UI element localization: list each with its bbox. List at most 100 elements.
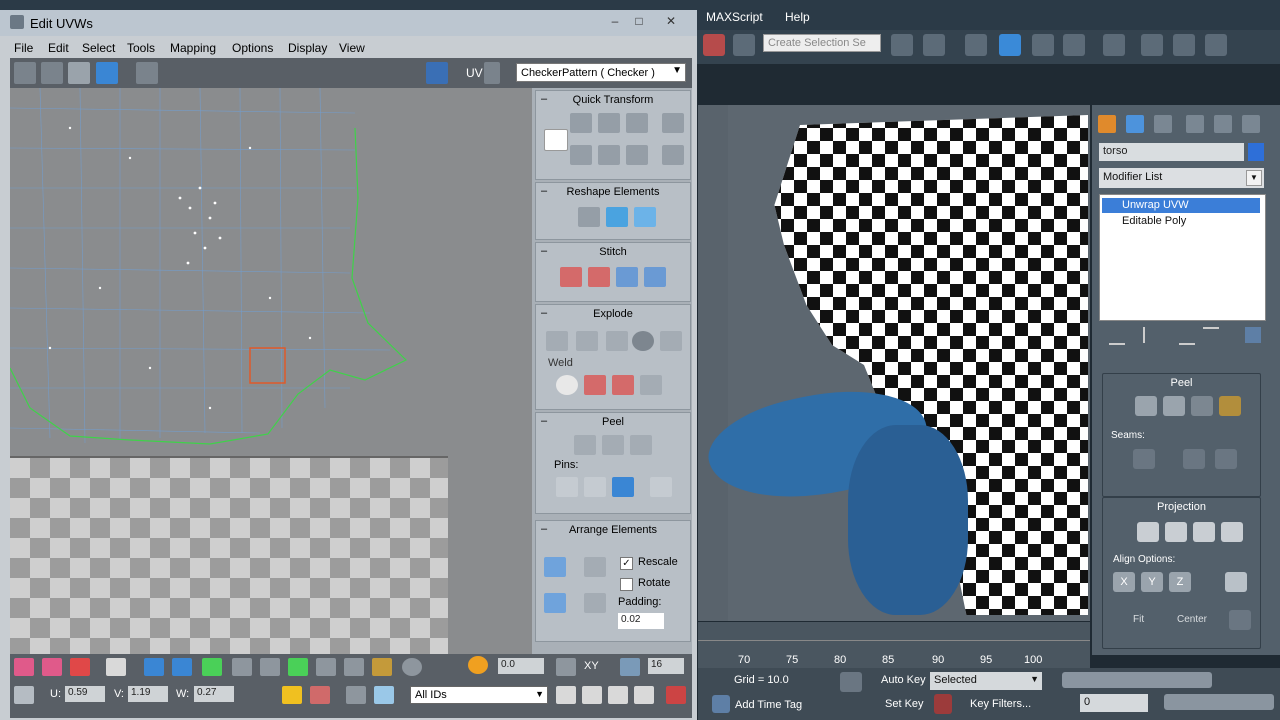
center-button[interactable]: Center <box>1177 614 1207 625</box>
stitch-to-target-icon[interactable] <box>560 267 582 287</box>
straighten-icon[interactable] <box>570 145 592 165</box>
motion-tab-icon[interactable] <box>1186 115 1204 133</box>
stack-item-editable-poly[interactable]: Editable Poly <box>1102 214 1260 229</box>
scale-icon[interactable] <box>68 62 90 84</box>
mirror-uv-icon[interactable] <box>136 62 158 84</box>
space-vertical-icon[interactable] <box>662 145 684 165</box>
render-frame-icon[interactable] <box>1173 34 1195 56</box>
peel-mode-uv-icon[interactable] <box>602 435 624 455</box>
shrink-icon[interactable] <box>344 658 364 676</box>
weld-selected-icon[interactable] <box>584 375 606 395</box>
minus-icon[interactable] <box>260 658 280 676</box>
object-name-field[interactable]: torso <box>1099 143 1244 161</box>
select-by-vertex-icon[interactable] <box>14 658 34 676</box>
menu-display[interactable]: Display <box>288 41 327 55</box>
u-value-input[interactable]: 0.59 <box>65 686 105 702</box>
menu-file[interactable]: File <box>14 41 33 55</box>
reshape-elements-title[interactable]: Reshape Elements <box>536 186 690 198</box>
minimize-icon[interactable]: – <box>604 12 626 30</box>
stitch-title[interactable]: Stitch <box>536 246 690 258</box>
projection-rollout-title[interactable]: Projection <box>1103 498 1260 517</box>
zoom-extents-icon[interactable] <box>634 686 654 704</box>
stitch-average-icon[interactable] <box>588 267 610 287</box>
material-ids-dropdown[interactable]: All IDs ▼ <box>410 686 548 704</box>
sphere-icon[interactable] <box>632 331 654 351</box>
auto-pin-icon[interactable] <box>612 477 634 497</box>
current-frame-field[interactable]: 0 <box>1080 694 1148 712</box>
menu-select[interactable]: Select <box>82 41 115 55</box>
menu-view[interactable]: View <box>339 41 365 55</box>
reset-icon[interactable] <box>1229 610 1251 630</box>
scene-explorer-icon[interactable] <box>999 34 1021 56</box>
list-icon[interactable] <box>484 62 500 84</box>
edge-sel-to-seams-icon[interactable] <box>1183 449 1205 469</box>
schematic-view-icon[interactable] <box>1063 34 1085 56</box>
falloff-type-icon[interactable] <box>556 658 576 676</box>
layer-manager-icon[interactable] <box>965 34 987 56</box>
soft-select-icon[interactable] <box>402 658 422 676</box>
show-map-icon[interactable] <box>426 62 448 84</box>
add-time-tag-button[interactable]: Add Time Tag <box>735 699 802 711</box>
grid-snap-icon[interactable] <box>620 658 640 676</box>
menu-options[interactable]: Options <box>232 41 273 55</box>
stack-item-unwrap-uvw[interactable]: Unwrap UVW <box>1102 198 1260 213</box>
v-value-input[interactable]: 1.19 <box>128 686 168 702</box>
pack-custom-icon[interactable] <box>584 557 606 577</box>
padding-input[interactable]: 0.02 <box>618 613 664 629</box>
detach-icon[interactable] <box>576 331 598 351</box>
spherical-map-icon[interactable] <box>1193 522 1215 542</box>
pack-settings-icon[interactable] <box>584 593 606 613</box>
move-icon[interactable] <box>14 62 36 84</box>
render-setup-icon[interactable] <box>1141 34 1163 56</box>
freeze-icon[interactable] <box>374 686 394 704</box>
peel-mode-icon[interactable] <box>1163 396 1185 416</box>
select-by-face-icon[interactable] <box>70 658 90 676</box>
menu-edit[interactable]: Edit <box>48 41 69 55</box>
xy-toggle[interactable]: XY <box>584 660 599 672</box>
relax-icon[interactable] <box>606 207 628 227</box>
pin-selected-icon[interactable] <box>556 477 578 497</box>
align-vertical-icon[interactable] <box>598 113 620 133</box>
render-icon[interactable] <box>1205 34 1227 56</box>
select-element-icon[interactable] <box>106 658 126 676</box>
rotate-icon[interactable] <box>41 62 63 84</box>
loop-icon[interactable] <box>172 658 192 676</box>
explode-settings-icon[interactable] <box>660 331 682 351</box>
space-horizontal-icon[interactable] <box>662 113 684 133</box>
menu-mapping[interactable]: Mapping <box>170 41 216 55</box>
quick-peel-icon[interactable] <box>1135 396 1157 416</box>
show-end-result-icon[interactable] <box>1143 327 1161 343</box>
hide-icon[interactable] <box>310 686 330 704</box>
rotate-checkbox[interactable] <box>620 578 633 591</box>
grow-icon[interactable] <box>316 658 336 676</box>
uv-editor-canvas[interactable] <box>10 88 532 654</box>
break-icon[interactable] <box>546 331 568 351</box>
key-icon[interactable] <box>840 672 862 692</box>
cylindrical-map-icon[interactable] <box>1165 522 1187 542</box>
reset-peel-icon[interactable] <box>1191 396 1213 416</box>
pin-stack-icon[interactable] <box>1109 327 1125 345</box>
best-align-icon[interactable] <box>1225 572 1247 592</box>
stitch-settings-icon[interactable] <box>644 267 666 287</box>
snap-toggle-icon[interactable] <box>703 34 725 56</box>
fit-button[interactable]: Fit <box>1133 614 1144 625</box>
flatten-icon[interactable] <box>606 331 628 351</box>
grow-shrink-icon[interactable] <box>144 658 164 676</box>
align-z-button[interactable]: Z <box>1169 572 1191 592</box>
modifier-list-dropdown[interactable]: Modifier List ▼ <box>1099 168 1264 188</box>
snap-value-input[interactable]: 16 <box>648 658 684 674</box>
utilities-tab-icon[interactable] <box>1242 115 1260 133</box>
remove-modifier-icon[interactable] <box>1203 327 1219 345</box>
pack-icon[interactable] <box>1219 396 1241 416</box>
paint-select-icon[interactable] <box>372 658 392 676</box>
texture-dropdown[interactable]: CheckerPattern ( Checker ) ▼ <box>516 63 686 82</box>
time-tag-icon[interactable] <box>712 695 730 713</box>
flip-icon[interactable] <box>598 145 620 165</box>
set-pivot-icon[interactable] <box>544 129 568 151</box>
viewport-navigation-controls[interactable] <box>1164 694 1274 710</box>
close-icon[interactable]: ✕ <box>660 12 682 30</box>
modify-tab-icon[interactable] <box>1126 115 1144 133</box>
make-unique-icon[interactable] <box>1179 327 1195 345</box>
rotate-cw-icon[interactable] <box>626 113 648 133</box>
plus-icon[interactable] <box>232 658 252 676</box>
